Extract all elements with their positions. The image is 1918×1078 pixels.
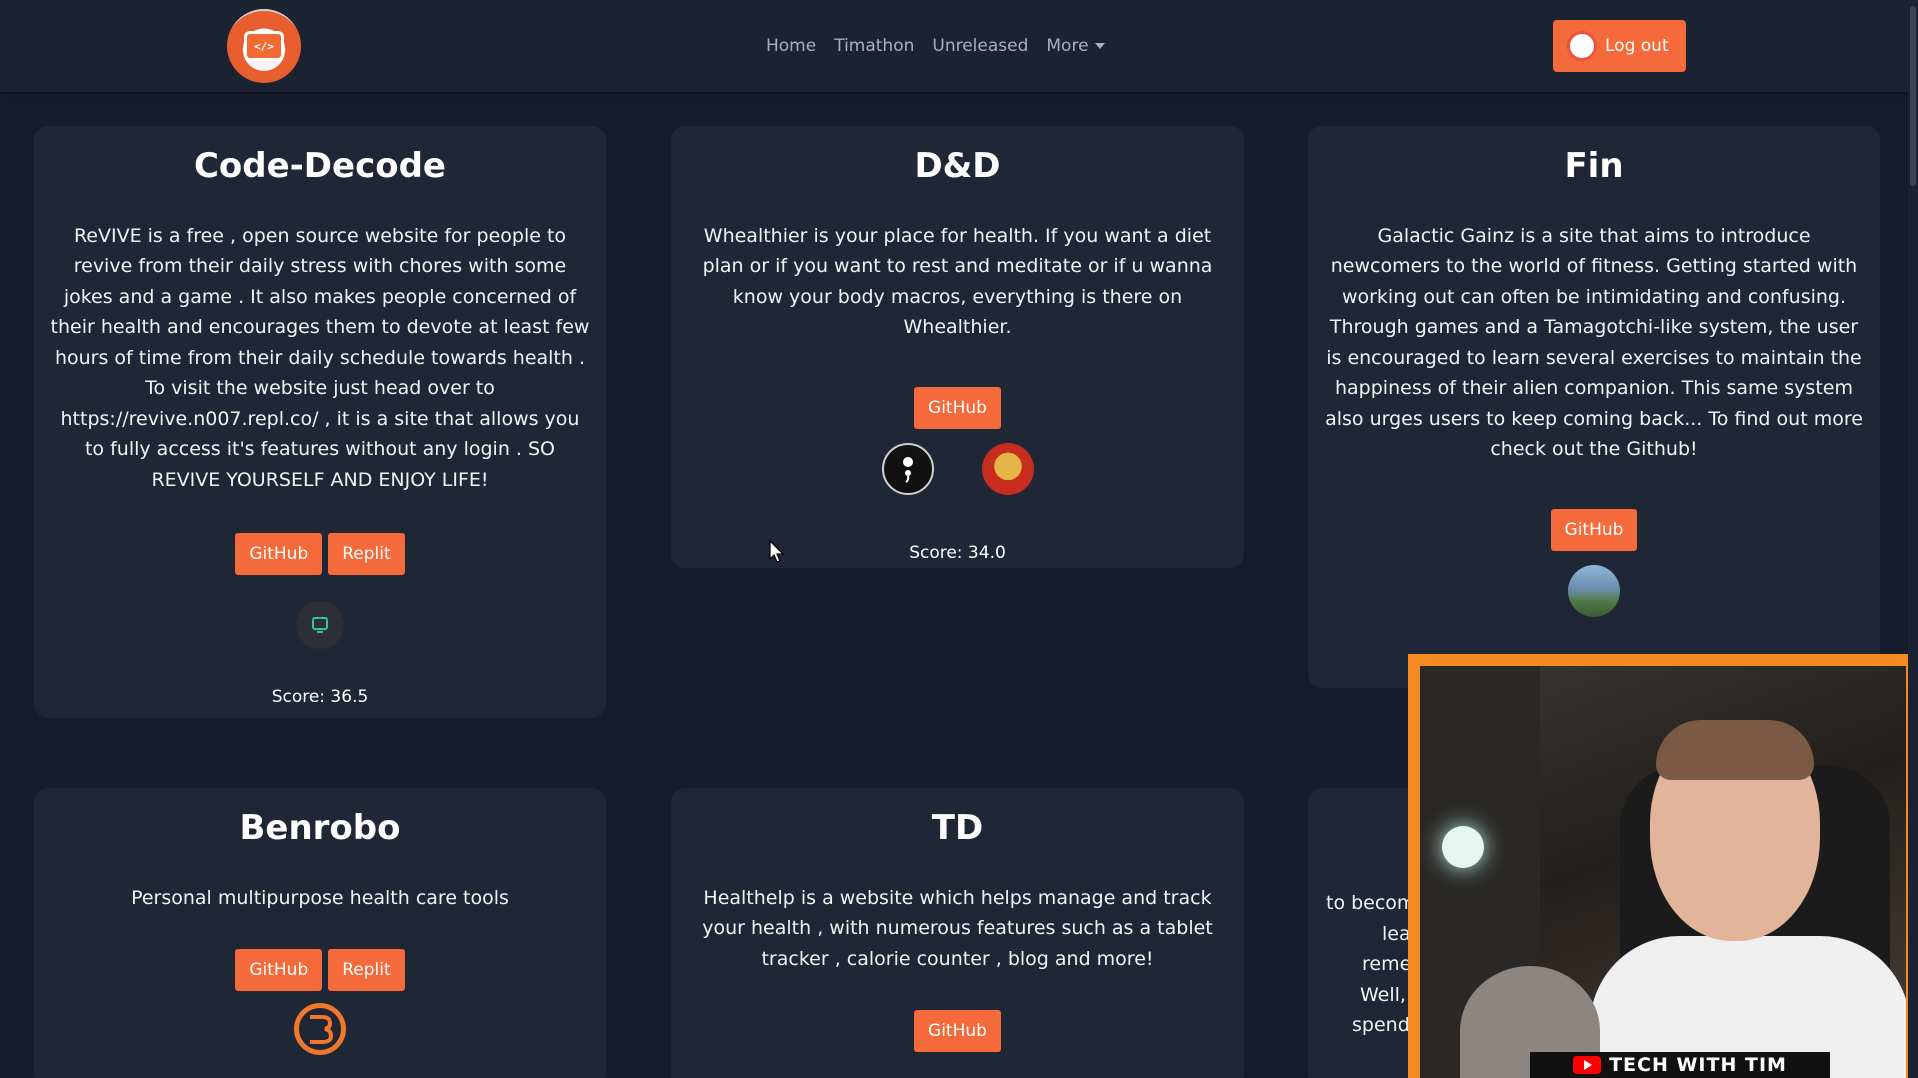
replit-button[interactable]: Replit	[328, 533, 405, 576]
team-avatar-icon[interactable]	[981, 442, 1034, 495]
card-buttons: GitHub Replit	[34, 949, 606, 992]
nav-links: Home Timathon Unreleased More	[766, 36, 1105, 56]
youtube-icon	[1573, 1056, 1602, 1074]
page-scrollbar[interactable]	[1908, 0, 1918, 1078]
team-avatar-icon[interactable]	[294, 1003, 346, 1056]
card-description: Healthelp is a website which helps manag…	[702, 886, 1213, 970]
team-avatars	[34, 1003, 606, 1056]
site-logo[interactable]: </>	[227, 9, 301, 83]
project-card-fin: Fin Galactic Gainz is a site that aims t…	[1308, 126, 1880, 688]
card-title: D&D	[914, 146, 1001, 186]
card-buttons: GitHub Replit	[34, 533, 606, 576]
card-score: Score: 34.0	[909, 542, 1006, 563]
github-button[interactable]: GitHub	[235, 949, 323, 992]
team-avatars	[1308, 564, 1880, 617]
channel-banner: TECH WITH TIM	[1530, 1052, 1830, 1078]
nav-home-link[interactable]: Home	[766, 36, 816, 56]
card-description: Galactic Gainz is a site that aims to in…	[1325, 224, 1863, 461]
card-title: TD	[931, 808, 984, 848]
card-buttons: GitHub	[671, 1010, 1244, 1053]
team-avatars	[671, 442, 1244, 495]
card-title: Code-Decode	[193, 146, 446, 186]
channel-name: TECH WITH TIM	[1609, 1054, 1787, 1076]
card-description: Personal multipurpose health care tools	[131, 886, 509, 909]
team-avatar-icon[interactable]	[296, 601, 344, 650]
team-avatars	[34, 601, 606, 650]
card-description: ReVIVE is a free , open source website f…	[50, 224, 590, 491]
logout-button[interactable]: Log out	[1553, 20, 1686, 72]
replit-button[interactable]: Replit	[328, 949, 405, 992]
card-score: Score: 36.5	[271, 687, 369, 708]
nav-timathon-link[interactable]: Timathon	[834, 36, 914, 56]
logout-label: Log out	[1605, 36, 1669, 56]
project-card-dnd: D&D Whealthier is your place for health.…	[671, 126, 1244, 568]
webcam-lamp	[1442, 826, 1484, 868]
github-button[interactable]: GitHub	[914, 386, 1001, 429]
project-card-td: TD Healthelp is a website which helps ma…	[671, 788, 1244, 1078]
webcam-person-hair	[1656, 720, 1814, 780]
scrollbar-thumb[interactable]	[1910, 6, 1916, 186]
team-avatar-icon[interactable]	[1568, 564, 1620, 617]
navbar: </> Home Timathon Unreleased More Log ou…	[0, 0, 1918, 92]
project-card-benrobo: Benrobo Personal multipurpose health car…	[34, 788, 606, 1078]
robot-logo-icon: </>	[244, 31, 284, 61]
github-button[interactable]: GitHub	[914, 1010, 1001, 1053]
card-buttons: GitHub	[671, 386, 1244, 429]
nav-unreleased-link[interactable]: Unreleased	[932, 36, 1028, 56]
card-buttons: GitHub	[1308, 508, 1880, 551]
card-title: Benrobo	[239, 808, 401, 848]
project-card-code-decode: Code-Decode ReVIVE is a free , open sour…	[34, 126, 606, 718]
github-button[interactable]: GitHub	[1550, 508, 1638, 551]
card-title: Fin	[1564, 146, 1624, 186]
team-avatar-icon[interactable]	[881, 442, 934, 495]
github-button[interactable]: GitHub	[235, 533, 323, 576]
webcam-overlay: TECH WITH TIM	[1408, 654, 1918, 1078]
nav-more-dropdown[interactable]: More	[1046, 36, 1104, 56]
user-avatar-icon	[1567, 31, 1597, 61]
card-description: Whealthier is your place for health. If …	[702, 224, 1213, 339]
